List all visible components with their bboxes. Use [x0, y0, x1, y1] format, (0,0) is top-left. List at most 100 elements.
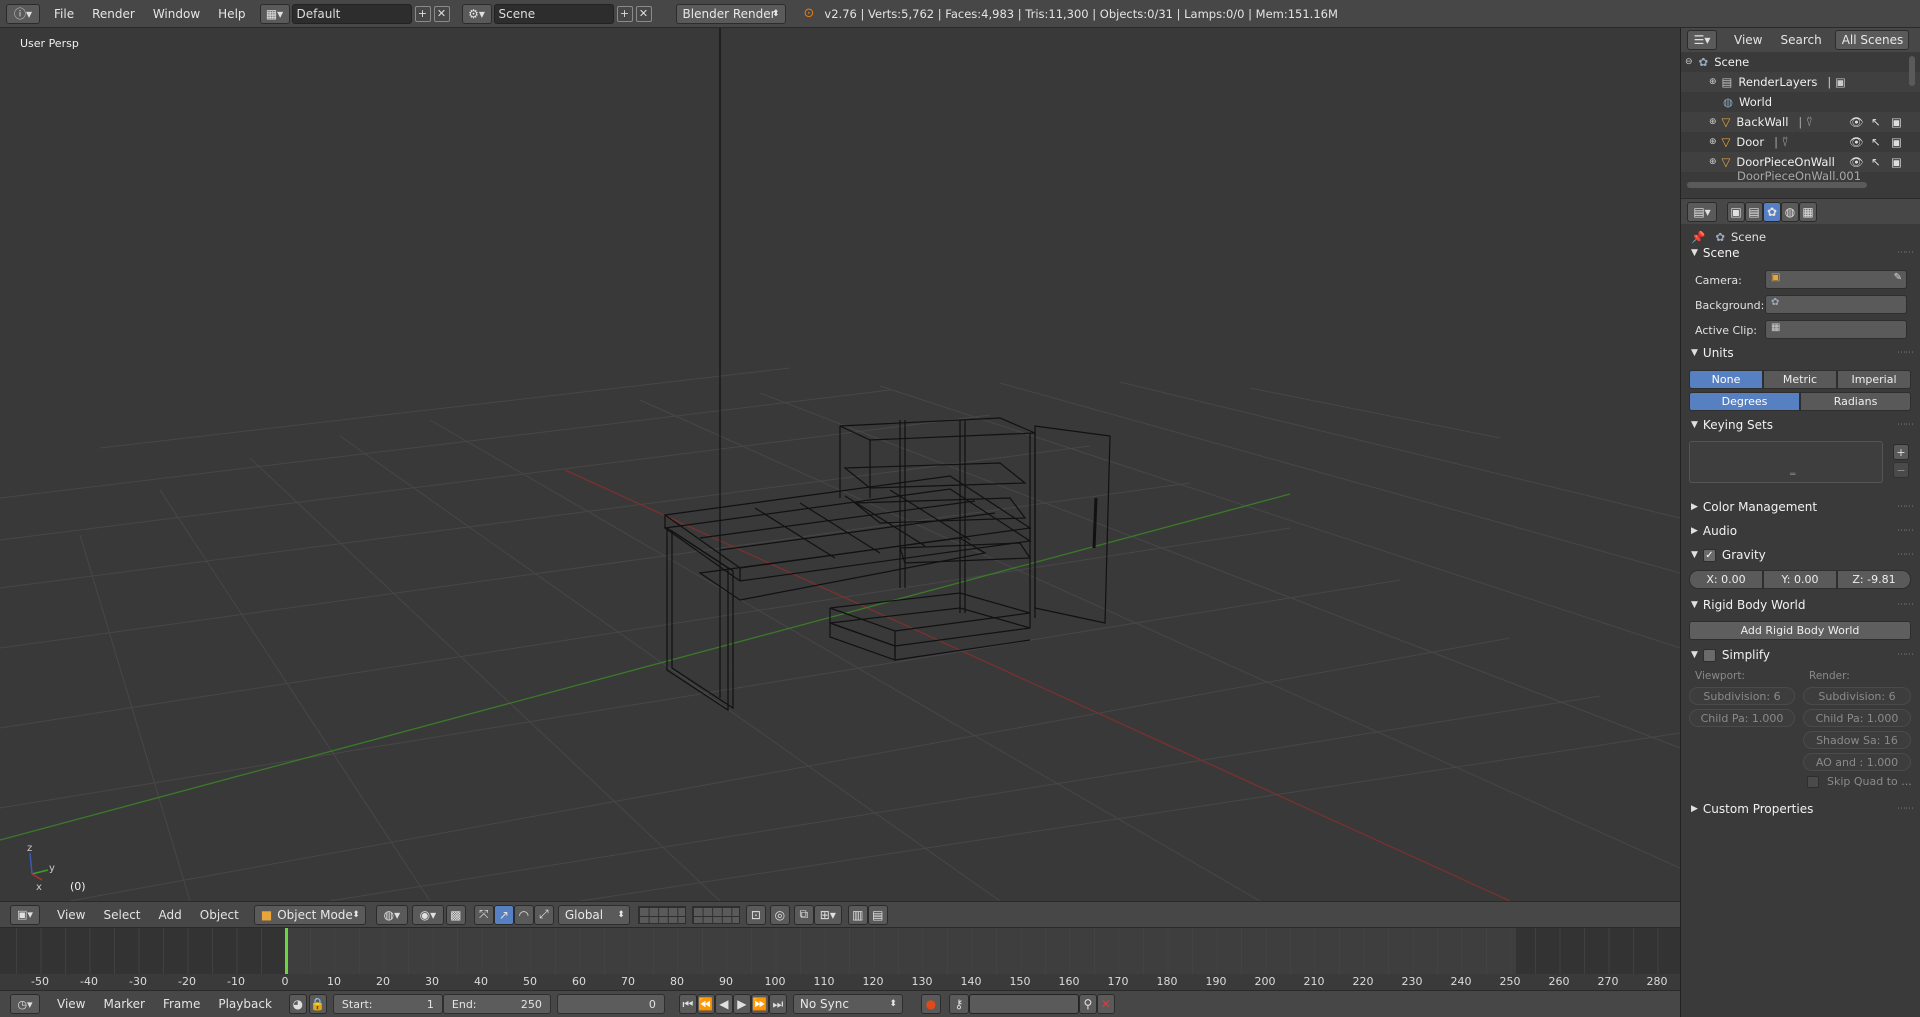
play-reverse-icon[interactable]: ◀	[714, 994, 733, 1014]
render-subdivision-field[interactable]: Subdivision: 6	[1803, 687, 1911, 705]
render-child-particles-field[interactable]: Child Pa: 1.000	[1803, 709, 1911, 727]
menu-view[interactable]: View	[1725, 33, 1771, 47]
lock-layers-icon[interactable]: ⊡	[745, 904, 766, 925]
viewport-shading-button[interactable]: ◍▾	[375, 904, 408, 925]
camera-field[interactable]: ▣ ✎	[1765, 270, 1907, 289]
eyedropper-icon[interactable]: ✎	[1894, 272, 1902, 283]
render-ao-sss-field[interactable]: AO and : 1.000	[1803, 753, 1911, 771]
keying-set-icon[interactable]: ⚷	[948, 994, 969, 1014]
outliner-item-world[interactable]: ◍ World	[1681, 92, 1920, 112]
units-metric-button[interactable]: Metric	[1763, 370, 1837, 389]
manipulator-toggle-icon[interactable]: ⤧	[473, 904, 494, 925]
drag-handle-icon[interactable]: ⋯⋯	[1897, 600, 1914, 610]
expand-icon[interactable]: ⊕	[1709, 117, 1717, 127]
jump-start-icon[interactable]: ⏮	[678, 994, 697, 1014]
timeline[interactable]: -50 -40 -30 -20 -10 0 10 20 30 40 50 60 70 80 90 100 110…	[0, 927, 1680, 990]
menu-playback[interactable]: Playback	[209, 997, 281, 1011]
jump-end-icon[interactable]: ⏭	[768, 994, 787, 1014]
opengl-render-icon[interactable]: ▤	[867, 904, 888, 925]
drag-handle-icon[interactable]: ⋯⋯	[1897, 526, 1914, 536]
scene-field[interactable]: Scene	[493, 3, 614, 24]
snap-toggle-icon[interactable]: ⧉	[793, 904, 814, 925]
active-keying-set-field[interactable]	[968, 994, 1079, 1014]
current-frame-field[interactable]: 0	[556, 994, 665, 1014]
insert-keyframe-icon[interactable]: ⚲	[1078, 994, 1097, 1014]
drag-handle-icon[interactable]: ⋯⋯	[1897, 550, 1914, 560]
drag-handle-icon[interactable]: ⋯⋯	[1897, 420, 1914, 430]
panel-color-management-title[interactable]: ▶ Color Management ⋯⋯	[1681, 496, 1920, 518]
translate-manipulator-icon[interactable]: ↗	[493, 904, 514, 925]
drag-handle-icon[interactable]: ⋯⋯	[1897, 804, 1914, 814]
camera-render-icon[interactable]: ▣	[1891, 115, 1902, 129]
editor-type-button[interactable]: ◷▾	[10, 994, 40, 1014]
add-scene-icon[interactable]: +	[616, 5, 633, 22]
pivot-point-button[interactable]: ◉▾	[411, 904, 444, 925]
menu-object[interactable]: Object	[191, 908, 248, 922]
lock-time-icon[interactable]: 🔒	[308, 994, 327, 1014]
panel-custom-properties-title[interactable]: ▶ Custom Properties ⋯⋯	[1681, 798, 1920, 820]
outliner-item-scene[interactable]: ⊖ ✿ Scene	[1681, 52, 1920, 72]
eye-icon[interactable]: 👁	[1849, 155, 1864, 169]
menu-select[interactable]: Select	[94, 908, 149, 922]
render-engine-select[interactable]: Blender Render ⬍	[675, 3, 786, 24]
outliner-hscrollbar[interactable]	[1687, 182, 1867, 188]
editor-type-button[interactable]: ▣▾	[10, 904, 40, 925]
menu-frame[interactable]: Frame	[154, 997, 209, 1011]
prev-keyframe-icon[interactable]: ⏪	[696, 994, 715, 1014]
cursor-icon[interactable]: ↖	[1871, 155, 1881, 169]
outliner-item-backwall[interactable]: ⊕ ▽ BackWall | ⍢ 👁 ↖ ▣	[1681, 112, 1920, 132]
gravity-y-field[interactable]: Y: 0.00	[1763, 570, 1837, 589]
texture-tab-icon[interactable]: ▦	[1799, 201, 1817, 222]
outliner-item-doorpieceonwall[interactable]: ⊕ ▽ DoorPieceOnWall 👁 ↖ ▣	[1681, 152, 1920, 172]
panel-units-title[interactable]: ▼ Units ⋯⋯	[1681, 342, 1920, 364]
skip-quad-checkbox[interactable]	[1807, 775, 1819, 788]
menu-search[interactable]: Search	[1771, 33, 1830, 47]
panel-audio-title[interactable]: ▶ Audio ⋯⋯	[1681, 520, 1920, 542]
render-preview-icon[interactable]: ▥	[847, 904, 868, 925]
keying-sets-list[interactable]: ═	[1689, 441, 1883, 483]
preview-range-icon[interactable]: ◕	[288, 994, 307, 1014]
3d-viewport[interactable]: y z x User Persp (0)	[0, 28, 1680, 901]
eye-icon[interactable]: 👁	[1849, 135, 1864, 149]
editor-type-button[interactable]: ⓘ▾	[6, 3, 40, 24]
render-shadow-samples-field[interactable]: Shadow Sa: 16	[1803, 731, 1911, 749]
collapse-icon[interactable]: ⊖	[1685, 57, 1693, 67]
rotation-radians-button[interactable]: Radians	[1800, 392, 1911, 411]
background-field[interactable]: ✿	[1765, 295, 1907, 314]
display-mode-select[interactable]: All Scenes	[1834, 30, 1909, 50]
camera-render-icon[interactable]: ▣	[1891, 135, 1902, 149]
scene-tab-icon[interactable]: ✿	[1763, 201, 1781, 222]
add-layout-icon[interactable]: +	[414, 5, 431, 22]
outliner-item-renderlayers[interactable]: ⊕ ▤ RenderLayers | ▣	[1681, 72, 1920, 92]
timeline-playhead[interactable]	[285, 928, 288, 974]
outliner-vscrollbar[interactable]	[1909, 56, 1915, 86]
expand-icon[interactable]: ⊕	[1709, 77, 1717, 87]
sync-mode-select[interactable]: No Sync ⬍	[792, 994, 903, 1014]
skip-quad-checkbox-row[interactable]: Skip Quad to ...	[1807, 775, 1912, 788]
add-rigid-body-world-button[interactable]: Add Rigid Body World	[1689, 621, 1911, 640]
scale-manipulator-icon[interactable]: ⤢	[533, 904, 554, 925]
proportional-edit-icon[interactable]: ◎	[769, 904, 790, 925]
start-frame-field[interactable]: Start: 1	[332, 994, 443, 1014]
world-tab-icon[interactable]: ◍	[1781, 201, 1799, 222]
outliner-tree[interactable]: ⊖ ✿ Scene ⊕ ▤ RenderLayers | ▣ ◍ World ⊕…	[1681, 52, 1920, 212]
panel-keying-sets-title[interactable]: ▼ Keying Sets ⋯⋯	[1681, 414, 1920, 436]
remove-layout-icon[interactable]: ✕	[433, 5, 450, 22]
panel-gravity-title[interactable]: ▼ ✓ Gravity ⋯⋯	[1681, 544, 1920, 566]
delete-keyframe-icon[interactable]: ✕	[1096, 994, 1115, 1014]
cursor-icon[interactable]: ↖	[1871, 115, 1881, 129]
menu-view[interactable]: View	[48, 908, 94, 922]
drag-handle-icon[interactable]: ⋯⋯	[1897, 502, 1914, 512]
menu-add[interactable]: Add	[150, 908, 191, 922]
play-icon[interactable]: ▶	[732, 994, 751, 1014]
drag-handle-icon[interactable]: ⋯⋯	[1897, 650, 1914, 660]
menu-help[interactable]: Help	[210, 0, 253, 28]
expand-icon[interactable]: ⊕	[1709, 157, 1717, 167]
units-none-button[interactable]: None	[1689, 370, 1763, 389]
panel-rigid-body-title[interactable]: ▼ Rigid Body World ⋯⋯	[1681, 594, 1920, 616]
record-icon[interactable]: ●	[920, 994, 941, 1014]
gravity-checkbox[interactable]: ✓	[1702, 548, 1716, 562]
outliner-editor-icon[interactable]: ☰▾	[1687, 30, 1717, 50]
camera-render-icon[interactable]: ▣	[1891, 155, 1902, 169]
simplify-checkbox[interactable]	[1702, 648, 1716, 662]
